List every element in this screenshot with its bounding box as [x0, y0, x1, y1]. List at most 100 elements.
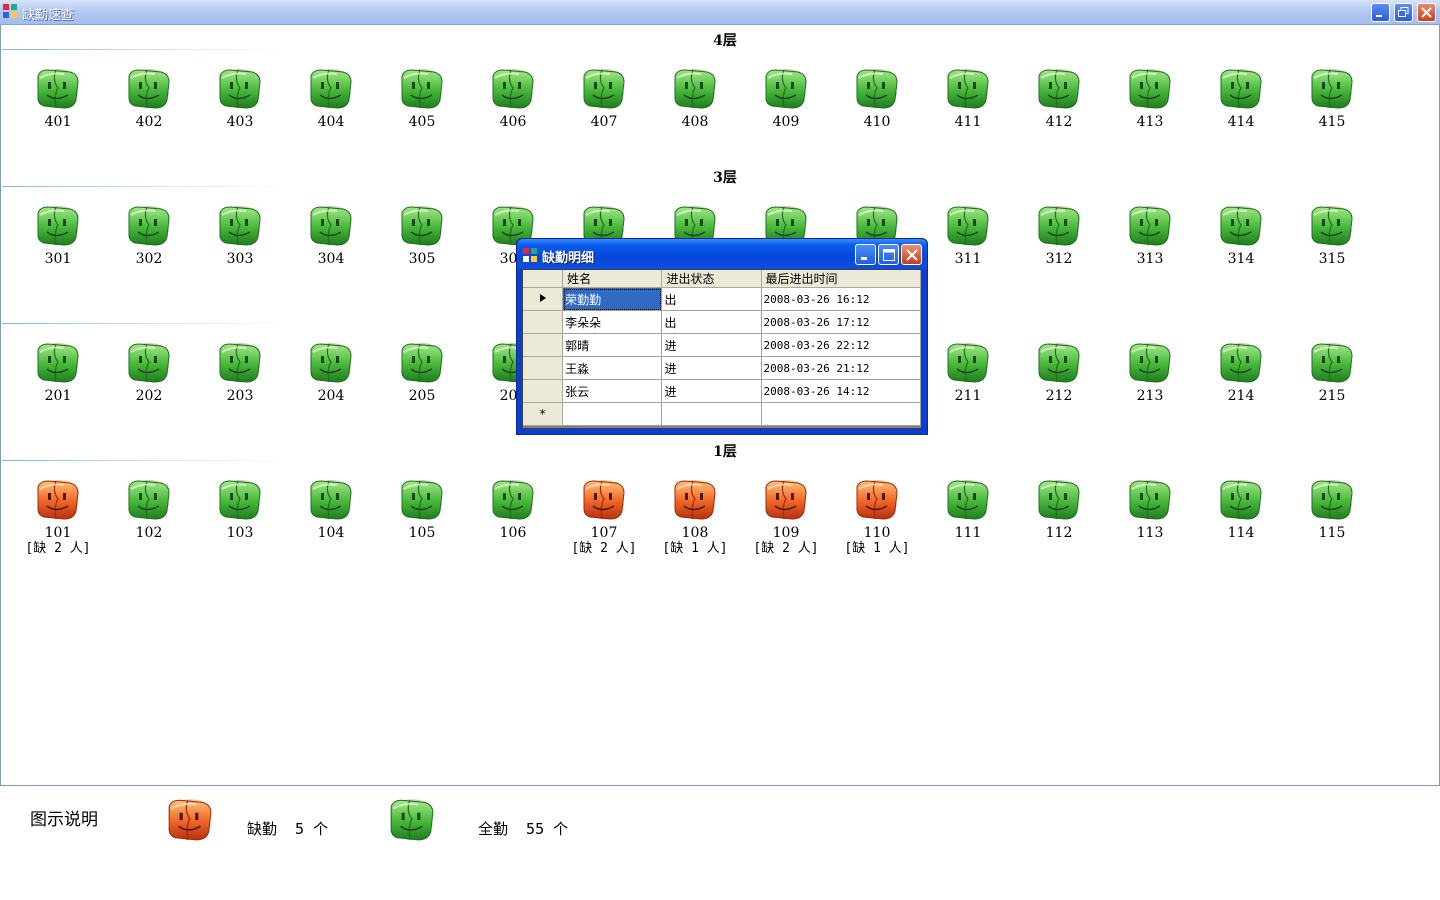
dialog-close-button[interactable]	[901, 244, 922, 265]
room-tile[interactable]: 115	[1292, 475, 1372, 541]
room-tile[interactable]: 410	[837, 64, 917, 130]
absence-detail-dialog[interactable]: 缺勤明细 姓名 进出状态 最后进出时间 荣勤勤出 2008-03-26 16:12…	[516, 238, 928, 435]
room-tile[interactable]: 102	[109, 475, 189, 541]
cell-time[interactable]: 2008-03-26 22:12	[761, 333, 921, 357]
cell-name[interactable]: 李朵朵	[562, 310, 663, 334]
room-tile[interactable]: 204	[291, 338, 371, 404]
room-tile[interactable]: 212	[1019, 338, 1099, 404]
table-row[interactable]: 郭晴进 2008-03-26 22:12	[523, 333, 921, 357]
room-tile[interactable]: 315	[1292, 201, 1372, 267]
row-header[interactable]	[523, 310, 564, 334]
room-tile[interactable]: 406	[473, 64, 553, 130]
room-tile[interactable]: 405	[382, 64, 462, 130]
room-tile[interactable]: 414	[1201, 64, 1281, 130]
room-tile[interactable]: 107 [缺 2 人]	[564, 475, 644, 557]
present-room-icon	[398, 475, 446, 523]
room-tile[interactable]: 408	[655, 64, 735, 130]
room-tile[interactable]: 108 [缺 1 人]	[655, 475, 735, 557]
cell-time[interactable]: 2008-03-26 17:12	[761, 310, 921, 334]
room-tile[interactable]: 104	[291, 475, 371, 541]
room-tile[interactable]: 311	[928, 201, 1008, 267]
cell-status[interactable]: 出	[661, 287, 762, 311]
room-tile[interactable]: 103	[200, 475, 280, 541]
room-tile[interactable]: 215	[1292, 338, 1372, 404]
row-header[interactable]	[523, 356, 564, 380]
absence-data-grid[interactable]: 姓名 进出状态 最后进出时间 荣勤勤出 2008-03-26 16:12 李朵朵出 2…	[522, 269, 922, 429]
room-tile[interactable]: 303	[200, 201, 280, 267]
cell-time[interactable]: 2008-03-26 14:12	[761, 379, 921, 403]
room-tile[interactable]: 401	[18, 64, 98, 130]
present-room-icon	[398, 64, 446, 112]
present-room-icon	[307, 64, 355, 112]
minimize-button[interactable]	[1371, 3, 1390, 22]
room-tile[interactable]: 314	[1201, 201, 1281, 267]
restore-button[interactable]	[1394, 3, 1413, 22]
row-header[interactable]	[523, 379, 564, 403]
dialog-minimize-button[interactable]	[855, 244, 876, 265]
floor-divider	[2, 460, 292, 461]
cell-name[interactable]: 荣勤勤	[562, 287, 663, 311]
table-row[interactable]: 张云进 2008-03-26 14:12	[523, 379, 921, 403]
room-number: 403	[226, 114, 254, 130]
room-tile[interactable]: 202	[109, 338, 189, 404]
cell-name[interactable]: 王淼	[562, 356, 663, 380]
cell-time[interactable]: 2008-03-26 16:12	[761, 287, 921, 311]
room-tile[interactable]: 201	[18, 338, 98, 404]
room-tile[interactable]: 205	[382, 338, 462, 404]
new-row-cell[interactable]	[562, 402, 663, 426]
dialog-maximize-button[interactable]	[878, 244, 899, 265]
room-tile[interactable]: 214	[1201, 338, 1281, 404]
row-header-corner	[523, 270, 564, 288]
table-row[interactable]: 荣勤勤出 2008-03-26 16:12	[523, 287, 921, 311]
column-header-time[interactable]: 最后进出时间	[761, 270, 921, 288]
room-tile[interactable]: 402	[109, 64, 189, 130]
table-row[interactable]: 王淼进 2008-03-26 21:12	[523, 356, 921, 380]
room-tile[interactable]: 213	[1110, 338, 1190, 404]
new-row-cell[interactable]	[761, 402, 921, 426]
room-tile[interactable]: 203	[200, 338, 280, 404]
room-tile[interactable]: 301	[18, 201, 98, 267]
room-tile[interactable]: 106	[473, 475, 553, 541]
window-title: 缺勤速查	[22, 8, 75, 23]
cell-name[interactable]: 郭晴	[562, 333, 663, 357]
row-header[interactable]	[523, 287, 564, 311]
room-tile[interactable]: 412	[1019, 64, 1099, 130]
room-tile[interactable]: 101 [缺 2 人]	[18, 475, 98, 557]
cell-status[interactable]: 进	[661, 379, 762, 403]
room-tile[interactable]: 411	[928, 64, 1008, 130]
column-header-name[interactable]: 姓名	[562, 270, 663, 288]
room-tile[interactable]: 413	[1110, 64, 1190, 130]
dialog-title-bar[interactable]: 缺勤明细	[517, 239, 927, 269]
room-tile[interactable]: 313	[1110, 201, 1190, 267]
present-room-icon	[1126, 338, 1174, 386]
room-tile[interactable]: 211	[928, 338, 1008, 404]
new-row-cell[interactable]	[661, 402, 762, 426]
cell-status[interactable]: 进	[661, 356, 762, 380]
room-tile[interactable]: 305	[382, 201, 462, 267]
cell-name[interactable]: 张云	[562, 379, 663, 403]
close-button[interactable]	[1417, 3, 1436, 22]
room-tile[interactable]: 111	[928, 475, 1008, 541]
row-header[interactable]	[523, 333, 564, 357]
room-tile[interactable]: 407	[564, 64, 644, 130]
cell-status[interactable]: 进	[661, 333, 762, 357]
room-tile[interactable]: 312	[1019, 201, 1099, 267]
column-header-status[interactable]: 进出状态	[661, 270, 762, 288]
room-tile[interactable]: 109 [缺 2 人]	[746, 475, 826, 557]
cell-status[interactable]: 出	[661, 310, 762, 334]
cell-time[interactable]: 2008-03-26 21:12	[761, 356, 921, 380]
room-tile[interactable]: 114	[1201, 475, 1281, 541]
room-tile[interactable]: 105	[382, 475, 462, 541]
window-title-bar[interactable]: 缺勤速查	[0, 0, 1440, 25]
room-tile[interactable]: 404	[291, 64, 371, 130]
room-tile[interactable]: 113	[1110, 475, 1190, 541]
room-tile[interactable]: 304	[291, 201, 371, 267]
room-tile[interactable]: 110 [缺 1 人]	[837, 475, 917, 557]
room-tile[interactable]: 415	[1292, 64, 1372, 130]
room-tile[interactable]: 409	[746, 64, 826, 130]
room-tile[interactable]: 302	[109, 201, 189, 267]
table-row[interactable]: 李朵朵出 2008-03-26 17:12	[523, 310, 921, 334]
room-tile[interactable]: 112	[1019, 475, 1099, 541]
new-row[interactable]: *	[523, 402, 921, 426]
room-tile[interactable]: 403	[200, 64, 280, 130]
